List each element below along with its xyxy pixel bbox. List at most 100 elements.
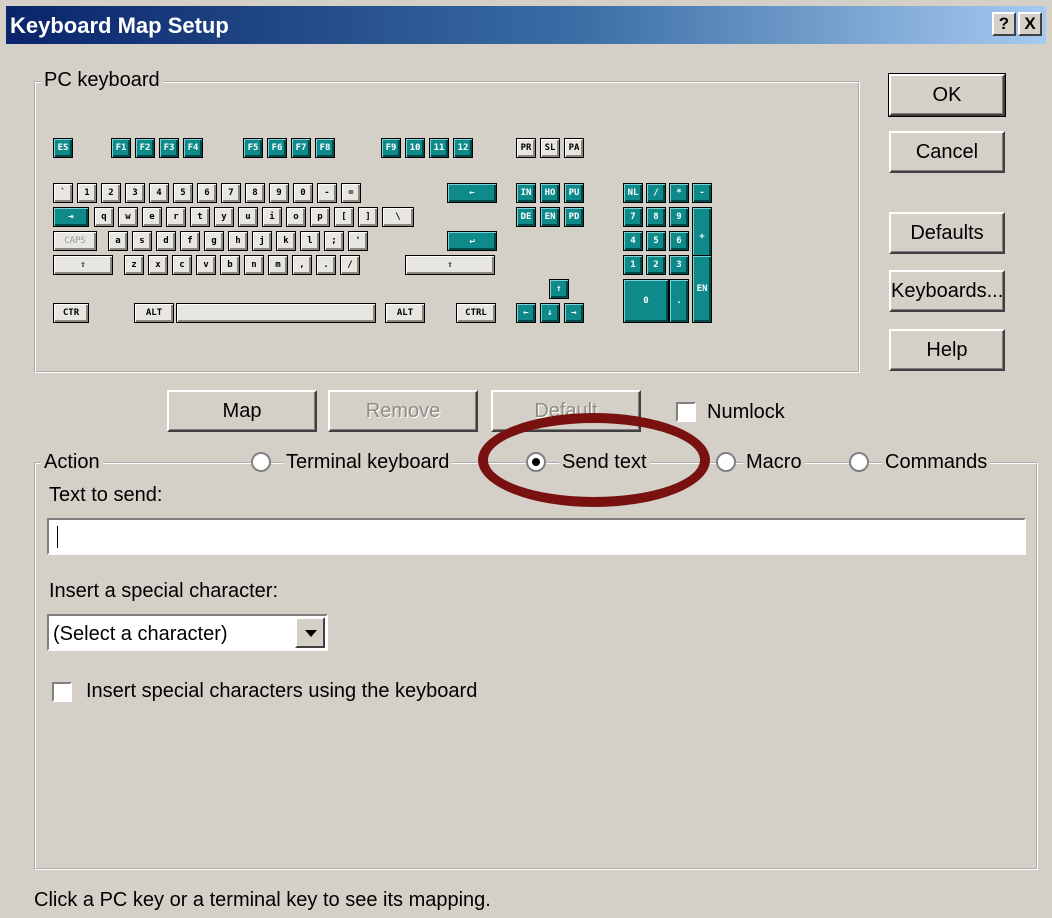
keyboard-special-checkbox[interactable] <box>52 682 72 702</box>
key-k6[interactable]: 6 <box>197 183 217 203</box>
key-right[interactable]: → <box>564 303 584 323</box>
map-button[interactable]: Map <box>167 390 317 432</box>
key-r[interactable]: r <box>166 207 186 227</box>
key-num9[interactable]: 9 <box>669 207 689 227</box>
key-q[interactable]: q <box>94 207 114 227</box>
key-pgup[interactable]: PU <box>564 183 584 203</box>
key-nummul[interactable]: * <box>669 183 689 203</box>
key-f9[interactable]: F9 <box>381 138 401 158</box>
key-lalt[interactable]: ALT <box>134 303 174 323</box>
key-slash[interactable]: / <box>340 255 360 275</box>
key-end[interactable]: EN <box>540 207 560 227</box>
key-b[interactable]: b <box>220 255 240 275</box>
key-backslash[interactable]: \ <box>382 207 414 227</box>
key-pgdn[interactable]: PD <box>564 207 584 227</box>
key-u[interactable]: u <box>238 207 258 227</box>
key-f5[interactable]: F5 <box>243 138 263 158</box>
key-lshift[interactable]: ⇧ <box>53 255 113 275</box>
cancel-button[interactable]: Cancel <box>889 131 1005 173</box>
key-ins[interactable]: IN <box>516 183 536 203</box>
key-f2[interactable]: F2 <box>135 138 155 158</box>
key-k9[interactable]: 9 <box>269 183 289 203</box>
key-k5[interactable]: 5 <box>173 183 193 203</box>
key-f10[interactable]: 10 <box>405 138 425 158</box>
key-num5[interactable]: 5 <box>646 231 666 251</box>
help-button[interactable]: Help <box>889 329 1005 371</box>
key-d[interactable]: d <box>156 231 176 251</box>
key-k8[interactable]: 8 <box>245 183 265 203</box>
key-f3[interactable]: F3 <box>159 138 179 158</box>
key-y[interactable]: y <box>214 207 234 227</box>
key-k[interactable]: k <box>276 231 296 251</box>
text-to-send-input[interactable] <box>47 518 1026 555</box>
key-k2[interactable]: 2 <box>101 183 121 203</box>
key-tab[interactable]: ⇥ <box>53 207 89 227</box>
key-num1[interactable]: 1 <box>623 255 643 275</box>
key-numdot[interactable]: . <box>669 279 689 323</box>
key-z[interactable]: z <box>124 255 144 275</box>
key-comma[interactable]: , <box>292 255 312 275</box>
key-backspace[interactable]: ← <box>447 183 497 203</box>
help-title-button[interactable]: ? <box>992 12 1016 36</box>
key-esc[interactable]: ES <box>53 138 73 158</box>
key-minus[interactable]: - <box>317 183 337 203</box>
key-numdiv[interactable]: / <box>646 183 666 203</box>
key-period[interactable]: . <box>316 255 336 275</box>
key-lbracket[interactable]: [ <box>334 207 354 227</box>
key-caps[interactable]: CAPS <box>53 231 97 251</box>
key-i[interactable]: i <box>262 207 282 227</box>
key-a[interactable]: a <box>108 231 128 251</box>
key-rbracket[interactable]: ] <box>358 207 378 227</box>
key-del[interactable]: DE <box>516 207 536 227</box>
key-k7[interactable]: 7 <box>221 183 241 203</box>
key-n[interactable]: n <box>244 255 264 275</box>
key-numlock[interactable]: NL <box>623 183 643 203</box>
key-rctrl[interactable]: CTRL <box>456 303 496 323</box>
key-left[interactable]: ← <box>516 303 536 323</box>
key-m[interactable]: m <box>268 255 288 275</box>
key-l[interactable]: l <box>300 231 320 251</box>
key-f11[interactable]: 11 <box>429 138 449 158</box>
key-t[interactable]: t <box>190 207 210 227</box>
key-down[interactable]: ↓ <box>540 303 560 323</box>
key-up[interactable]: ↑ <box>549 279 569 299</box>
key-f8[interactable]: F8 <box>315 138 335 158</box>
key-h[interactable]: h <box>228 231 248 251</box>
key-p[interactable]: p <box>310 207 330 227</box>
key-num4[interactable]: 4 <box>623 231 643 251</box>
key-num8[interactable]: 8 <box>646 207 666 227</box>
remove-button[interactable]: Remove <box>328 390 478 432</box>
key-f7[interactable]: F7 <box>291 138 311 158</box>
key-equals[interactable]: = <box>341 183 361 203</box>
key-backtick[interactable]: ` <box>53 183 73 203</box>
key-v[interactable]: v <box>196 255 216 275</box>
key-ralt[interactable]: ALT <box>385 303 425 323</box>
key-lctrl[interactable]: CTR <box>53 303 89 323</box>
key-k0[interactable]: 0 <box>293 183 313 203</box>
key-num3[interactable]: 3 <box>669 255 689 275</box>
macro-radio[interactable] <box>716 452 736 472</box>
key-numenter[interactable]: EN <box>692 255 712 323</box>
key-numsub[interactable]: - <box>692 183 712 203</box>
key-rshift[interactable]: ⇧ <box>405 255 495 275</box>
key-f6[interactable]: F6 <box>267 138 287 158</box>
key-o[interactable]: o <box>286 207 306 227</box>
key-g[interactable]: g <box>204 231 224 251</box>
key-semicolon[interactable]: ; <box>324 231 344 251</box>
ok-button[interactable]: OK <box>888 73 1006 117</box>
key-k1[interactable]: 1 <box>77 183 97 203</box>
key-f12[interactable]: 12 <box>453 138 473 158</box>
default-button[interactable]: Default <box>491 390 641 432</box>
commands-radio[interactable] <box>849 452 869 472</box>
key-k4[interactable]: 4 <box>149 183 169 203</box>
key-f[interactable]: f <box>180 231 200 251</box>
key-f1[interactable]: F1 <box>111 138 131 158</box>
key-scroll[interactable]: SL <box>540 138 560 158</box>
send-text-radio[interactable] <box>526 452 546 472</box>
key-j[interactable]: j <box>252 231 272 251</box>
key-x[interactable]: x <box>148 255 168 275</box>
close-title-button[interactable]: X <box>1018 12 1042 36</box>
key-pause[interactable]: PA <box>564 138 584 158</box>
special-character-select[interactable]: (Select a character) <box>47 614 328 651</box>
key-e[interactable]: e <box>142 207 162 227</box>
